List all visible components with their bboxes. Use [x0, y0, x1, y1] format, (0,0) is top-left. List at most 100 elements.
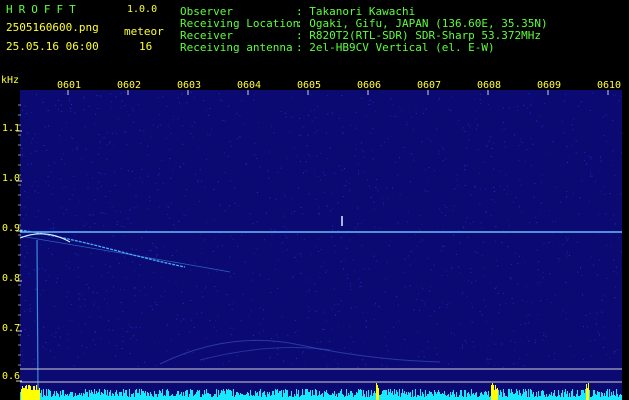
noise-dot — [114, 171, 116, 173]
meter-bar — [487, 395, 488, 400]
noise-dot — [428, 167, 430, 169]
meter-bar — [348, 393, 349, 400]
noise-dot — [121, 328, 123, 330]
noise-dot — [115, 258, 117, 260]
noise-dot — [507, 218, 508, 220]
noise-dot — [387, 197, 389, 199]
noise-dot — [461, 347, 463, 349]
noise-dot — [250, 310, 252, 312]
noise-dot — [491, 148, 493, 149]
noise-dot — [98, 181, 100, 183]
noise-dot — [270, 228, 272, 230]
noise-dot — [361, 97, 363, 99]
meter-bar — [518, 395, 519, 400]
noise-dot — [489, 282, 491, 284]
noise-dot — [422, 288, 424, 290]
noise-dot — [71, 149, 73, 151]
noise-dot — [162, 296, 164, 298]
meter-bar — [451, 395, 452, 400]
meter-bar — [139, 389, 140, 400]
meter-bar — [247, 392, 248, 400]
noise-dot — [57, 277, 58, 279]
noise-dot — [77, 293, 79, 295]
noise-dot — [480, 93, 482, 95]
noise-dot — [358, 173, 359, 175]
meter-bar — [315, 389, 316, 400]
noise-dot — [330, 328, 332, 330]
meter-bar — [456, 392, 457, 400]
noise-dot — [106, 144, 108, 146]
noise-dot — [217, 246, 219, 247]
noise-dot — [48, 219, 50, 220]
meter-bar — [303, 395, 304, 400]
meter-bar — [133, 393, 134, 400]
noise-dot — [62, 187, 63, 189]
noise-dot — [60, 104, 62, 106]
noise-dot — [612, 350, 614, 352]
noise-dot — [190, 132, 192, 134]
noise-dot — [146, 254, 148, 256]
noise-dot — [152, 308, 153, 310]
noise-dot — [166, 137, 167, 139]
noise-dot — [292, 345, 294, 347]
noise-dot — [24, 206, 26, 208]
meter-bar — [569, 393, 570, 400]
noise-dot — [468, 134, 470, 136]
noise-dot — [606, 244, 608, 246]
noise-dot — [139, 129, 141, 131]
noise-dot — [360, 282, 362, 283]
noise-dot — [326, 363, 328, 365]
meter-bar — [301, 395, 302, 400]
noise-dot — [361, 285, 362, 287]
noise-dot — [596, 312, 598, 314]
meter-bar — [61, 395, 62, 400]
noise-dot — [376, 260, 378, 262]
noise-dot — [494, 201, 496, 203]
meter-bar — [308, 392, 309, 400]
noise-dot — [395, 115, 397, 117]
noise-dot — [76, 147, 77, 149]
noise-dot — [37, 210, 39, 212]
noise-dot — [320, 266, 322, 268]
noise-dot — [610, 219, 612, 220]
noise-dot — [565, 237, 567, 239]
meter-bar — [239, 395, 240, 400]
meter-bar — [124, 393, 125, 400]
meter-bar — [384, 390, 385, 400]
noise-dot — [441, 275, 443, 276]
noise-dot — [269, 356, 271, 358]
noise-dot — [310, 94, 312, 96]
noise-dot — [487, 344, 489, 346]
noise-dot — [120, 302, 122, 303]
meter-bar — [533, 392, 534, 400]
noise-dot — [366, 115, 368, 116]
noise-dot — [407, 350, 409, 352]
noise-dot — [338, 165, 340, 167]
noise-dot — [513, 201, 514, 203]
meter-bar — [174, 396, 175, 400]
noise-dot — [503, 189, 505, 190]
noise-dot — [43, 97, 45, 99]
meter-bar — [401, 393, 402, 400]
noise-dot — [116, 223, 118, 225]
meter-bar — [540, 396, 541, 400]
noise-dot — [463, 165, 465, 167]
noise-dot — [208, 272, 210, 274]
meter-bar — [406, 392, 407, 400]
meter-bar — [231, 391, 232, 400]
noise-dot — [429, 290, 431, 292]
noise-dot — [258, 332, 260, 334]
meter-bar — [195, 394, 196, 400]
noise-dot — [410, 116, 412, 118]
meter-bar — [480, 393, 481, 400]
noise-dot — [613, 94, 615, 96]
noise-dot — [209, 319, 211, 321]
noise-dot — [162, 246, 164, 248]
noise-dot — [24, 310, 26, 312]
noise-dot — [305, 170, 307, 172]
noise-dot — [147, 145, 149, 147]
noise-dot — [290, 364, 292, 366]
noise-dot — [597, 274, 598, 276]
noise-dot — [322, 329, 323, 331]
noise-dot — [132, 261, 134, 263]
